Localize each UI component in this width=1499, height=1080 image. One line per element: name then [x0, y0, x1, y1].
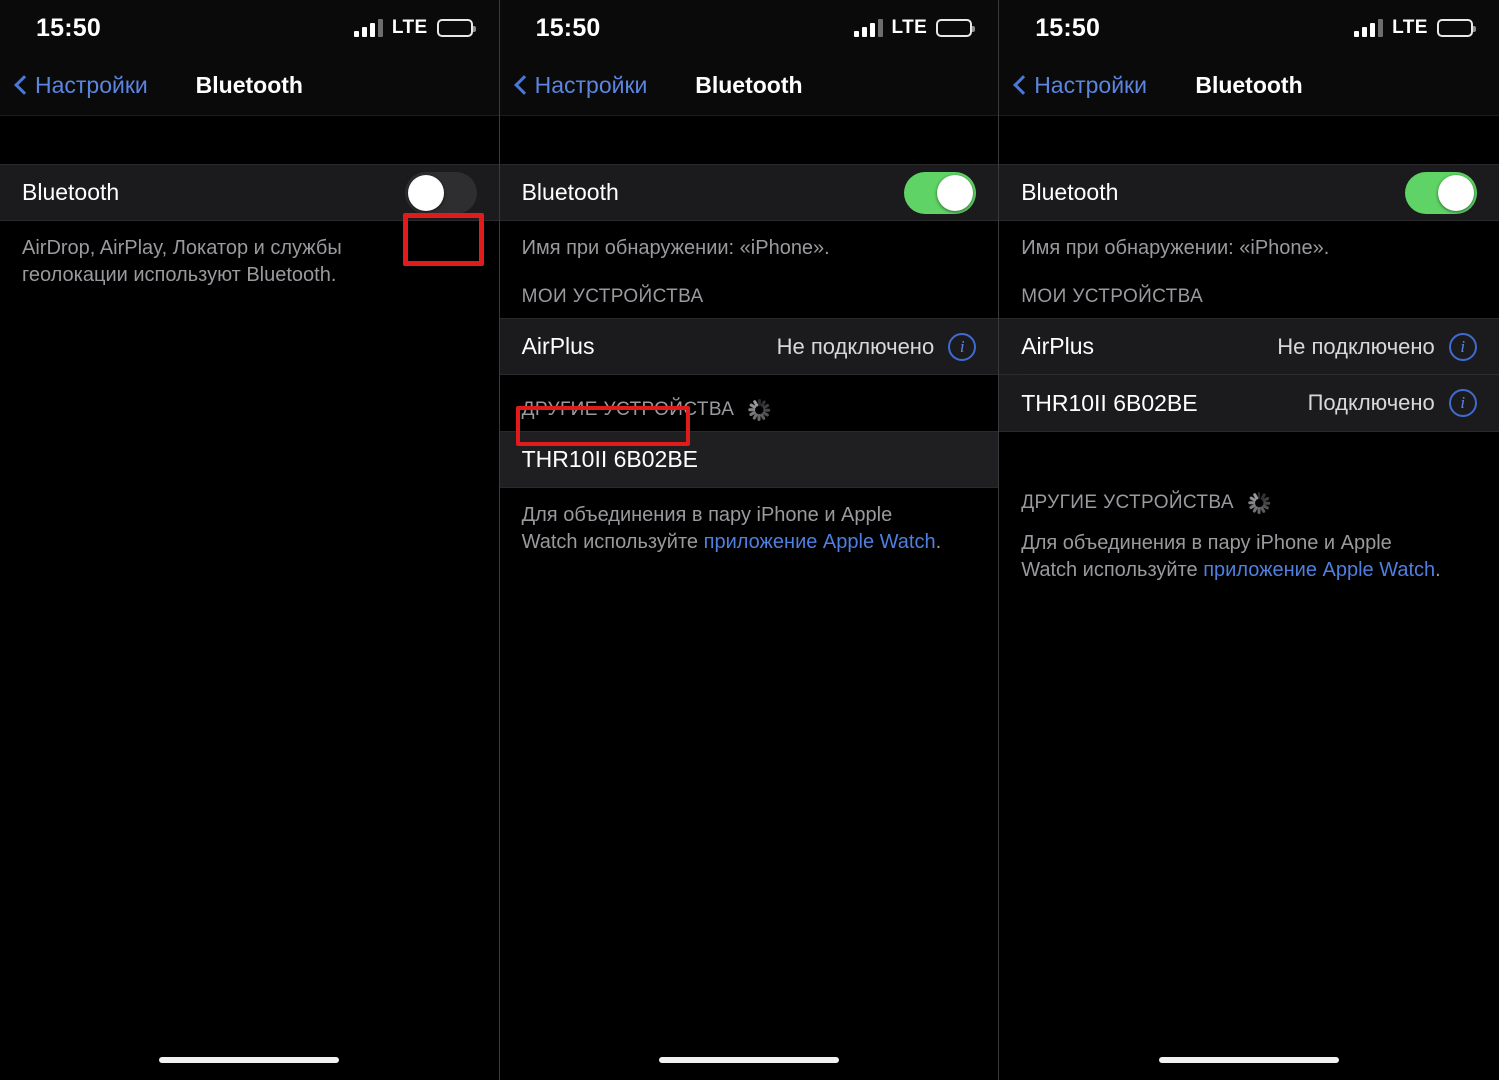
- back-button-label: Настройки: [1034, 72, 1147, 98]
- status-indicators: LTE: [853, 17, 976, 39]
- info-icon[interactable]: i: [948, 332, 977, 361]
- phone-screen-scanning: 15:50 LTE Настройки Bluetooth Bluetooth …: [499, 0, 1000, 1080]
- back-button-label: Настройки: [534, 72, 648, 98]
- bluetooth-toggle[interactable]: [904, 171, 977, 214]
- settings-content: Bluetooth Имя при обнаружении: «iPhone».…: [999, 116, 1499, 1080]
- status-time: 15:50: [36, 13, 101, 42]
- settings-content: Bluetooth AirDrop, AirPlay, Локатор и сл…: [0, 116, 499, 1080]
- bluetooth-toggle-row[interactable]: Bluetooth: [499, 164, 999, 221]
- bluetooth-toggle-row[interactable]: Bluetooth: [999, 164, 1499, 221]
- apple-watch-note: Для объединения в пару iPhone и Apple Wa…: [999, 524, 1469, 584]
- home-indicator: [159, 1057, 340, 1063]
- info-icon[interactable]: i: [1448, 332, 1477, 361]
- settings-content: Bluetooth Имя при обнаружении: «iPhone».…: [499, 116, 999, 1080]
- bluetooth-toggle[interactable]: [404, 171, 477, 214]
- apple-watch-app-link[interactable]: приложение Apple Watch: [704, 531, 936, 553]
- status-bar: 15:50 LTE: [0, 0, 499, 56]
- other-devices-header-label: ДРУГИЕ УСТРОЙСТВА: [521, 399, 735, 420]
- top-spacer: [0, 116, 499, 164]
- battery-icon: [1436, 19, 1476, 37]
- nav-bar: Настройки Bluetooth: [499, 56, 999, 116]
- cellular-signal-icon: [1354, 19, 1384, 37]
- cellular-signal-icon: [853, 19, 883, 37]
- status-time: 15:50: [535, 13, 601, 42]
- other-devices-section-header: ДРУГИЕ УСТРОЙСТВА: [999, 432, 1499, 524]
- cellular-signal-icon: [353, 19, 383, 37]
- network-type-label: LTE: [891, 17, 928, 38]
- status-indicators: LTE: [353, 17, 476, 39]
- device-name: AirPlus: [1021, 333, 1095, 359]
- my-devices-section-header: МОИ УСТРОЙСТВА: [999, 262, 1499, 318]
- network-type-label: LTE: [1392, 17, 1428, 38]
- info-icon[interactable]: i: [1448, 389, 1477, 417]
- discoverable-note: Имя при обнаружении: «iPhone».: [521, 237, 830, 259]
- top-spacer: [499, 116, 999, 164]
- battery-icon: [936, 19, 976, 37]
- device-name: THR10II 6B02BE: [521, 446, 699, 472]
- device-status: Подключено: [1307, 390, 1435, 415]
- device-row-thr10ii[interactable]: THR10II 6B02BE Подключено i: [999, 374, 1499, 432]
- nav-bar: Настройки Bluetooth: [0, 56, 499, 116]
- device-row-right: Не подключено i: [776, 332, 977, 361]
- home-indicator: [658, 1057, 839, 1063]
- apple-watch-app-link[interactable]: приложение Apple Watch: [1203, 559, 1435, 581]
- device-row-right: Не подключено i: [1277, 332, 1477, 361]
- my-devices-section-header: МОИ УСТРОЙСТВА: [500, 262, 999, 318]
- phone-screen-bluetooth-off: 15:50 LTE Настройки Bluetooth Bluetooth …: [0, 0, 500, 1080]
- status-bar: 15:50 LTE: [499, 0, 999, 56]
- back-button[interactable]: Настройки: [0, 72, 148, 99]
- device-row-airplus[interactable]: AirPlus Не подключено i: [499, 318, 999, 375]
- device-row-airplus[interactable]: AirPlus Не подключено i: [999, 318, 1499, 375]
- device-row-thr10ii[interactable]: THR10II 6B02BE: [499, 431, 999, 488]
- back-button[interactable]: Настройки: [999, 72, 1147, 99]
- status-indicators: LTE: [1354, 17, 1476, 39]
- device-name: AirPlus: [521, 333, 595, 359]
- status-bar: 15:50 LTE: [999, 0, 1499, 56]
- apple-watch-note-suffix: .: [1435, 559, 1441, 581]
- status-time: 15:50: [1035, 13, 1101, 42]
- bluetooth-label: Bluetooth: [1021, 179, 1119, 205]
- phone-screen-connected: 15:50 LTE Настройки Bluetooth Bluetooth …: [999, 0, 1499, 1080]
- bluetooth-toggle[interactable]: [1404, 171, 1477, 214]
- scanning-spinner-icon: [1247, 492, 1270, 514]
- device-name: THR10II 6B02BE: [1021, 389, 1198, 416]
- bluetooth-footnote: AirDrop, AirPlay, Локатор и службы геоло…: [22, 237, 342, 286]
- discoverable-note: Имя при обнаружении: «iPhone».: [1021, 237, 1330, 259]
- screenshot-triptych: 15:50 LTE Настройки Bluetooth Bluetooth …: [0, 0, 1499, 1080]
- back-button-label: Настройки: [35, 72, 148, 98]
- home-indicator: [1158, 1057, 1339, 1063]
- bluetooth-toggle-row[interactable]: Bluetooth: [0, 164, 499, 221]
- my-devices-header-label: МОИ УСТРОЙСТВА: [1021, 286, 1204, 307]
- bluetooth-label: Bluetooth: [22, 179, 120, 205]
- nav-bar: Настройки Bluetooth: [999, 56, 1499, 116]
- chevron-left-icon: [1013, 75, 1026, 97]
- device-status: Не подключено: [1277, 333, 1435, 359]
- device-row-right: Подключено i: [1308, 389, 1477, 417]
- apple-watch-note: Для объединения в пару iPhone и Apple Wa…: [500, 488, 970, 556]
- apple-watch-note-suffix: .: [935, 531, 942, 553]
- top-spacer: [999, 116, 1499, 164]
- back-button[interactable]: Настройки: [500, 72, 648, 99]
- my-devices-header-label: МОИ УСТРОЙСТВА: [521, 286, 704, 307]
- battery-icon: [436, 19, 476, 37]
- other-devices-header-label: ДРУГИЕ УСТРОЙСТВА: [1021, 492, 1234, 513]
- device-status: Не подключено: [776, 333, 935, 359]
- other-devices-section-header: ДРУГИЕ УСТРОЙСТВА: [500, 375, 999, 431]
- chevron-left-icon: [514, 75, 527, 97]
- scanning-spinner-icon: [748, 399, 771, 421]
- chevron-left-icon: [14, 75, 27, 97]
- bluetooth-label: Bluetooth: [521, 179, 619, 205]
- network-type-label: LTE: [391, 17, 428, 38]
